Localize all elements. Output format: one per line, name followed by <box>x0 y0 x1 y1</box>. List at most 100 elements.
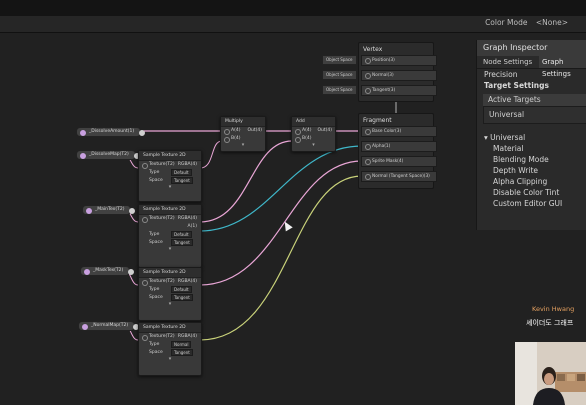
property-port-icon <box>84 268 90 275</box>
fragment-slot-normal[interactable]: Normal (Tangent Space)(3) <box>361 171 437 182</box>
color-mode-label: Color Mode <box>485 18 528 27</box>
type-dropdown[interactable]: Default <box>171 169 192 176</box>
property-port-icon <box>80 129 86 136</box>
space-dropdown[interactable]: Tangent <box>171 239 193 246</box>
presenter-name: Kevin Hwang <box>532 305 575 313</box>
option-blending-mode[interactable]: Blending Mode <box>493 154 586 165</box>
option-depth-write[interactable]: Depth Write <box>493 165 586 176</box>
property-port-icon <box>80 152 86 159</box>
space-dropdown[interactable]: Tangent <box>171 177 193 184</box>
node-title: Multiply <box>221 117 265 127</box>
type-dropdown[interactable]: Default <box>171 231 192 238</box>
input-port-row[interactable]: Texture(T2) RGBA(4) <box>139 333 201 341</box>
node-title: Sample Texture 2D <box>139 323 201 333</box>
option-disable-color-tint[interactable]: Disable Color Tint <box>493 187 586 198</box>
output-port[interactable] <box>128 268 135 275</box>
input-a-row[interactable]: A(4) Out(4) <box>292 127 335 135</box>
property-label: _MainTex(T2) <box>95 207 125 212</box>
input-port[interactable] <box>365 88 371 94</box>
graph-inspector-panel: Graph Inspector Node Settings Graph Sett… <box>476 40 586 230</box>
inspector-title: Graph Inspector <box>477 40 586 56</box>
space-dropdown[interactable]: Tangent <box>171 349 193 356</box>
input-b-row[interactable]: B(4) <box>292 135 335 143</box>
input-port[interactable] <box>365 58 371 64</box>
type-row: Type Default <box>139 231 201 239</box>
vertex-space-box[interactable]: Object Space <box>322 70 357 80</box>
type-dropdown[interactable]: Normal <box>171 341 192 348</box>
space-row: Space Tangent <box>139 294 201 302</box>
output-label: RGBA(4) <box>177 162 197 167</box>
chevron-down-icon[interactable]: ▾ <box>139 302 201 308</box>
property-masktex[interactable]: _MaskTex(T2) <box>80 266 135 276</box>
color-mode-dropdown[interactable]: <None> <box>536 18 568 27</box>
graph-toolbar: Color Mode <None> <box>0 16 586 33</box>
input-port[interactable] <box>365 159 371 165</box>
webcam-scene-icon <box>515 342 586 405</box>
type-dropdown[interactable]: Default <box>171 286 192 293</box>
multiply-node[interactable]: Multiply A(4) Out(4) B(4) ▾ <box>220 116 266 152</box>
vertex-space-box[interactable]: Object Space <box>322 85 357 95</box>
universal-foldout[interactable]: ▾ Universal <box>477 132 586 143</box>
vertex-slot-position[interactable]: Position(3) <box>361 55 437 66</box>
vertex-slot-normal[interactable]: Normal(3) <box>361 70 437 81</box>
property-port-icon <box>86 207 92 214</box>
output-label: RGBA(4) <box>177 279 197 284</box>
chevron-down-icon[interactable]: ▾ <box>139 185 201 191</box>
input-port[interactable] <box>365 73 371 79</box>
tab-graph-settings[interactable]: Graph Settings <box>539 56 586 78</box>
input-port-row[interactable]: Texture(T2) RGBA(4) <box>139 215 201 223</box>
target-settings-heading: Target Settings <box>484 81 549 90</box>
fragment-slot-spritemask[interactable]: Sprite Mask(4) <box>361 156 437 167</box>
property-label: _NormalMap(T2) <box>91 323 129 328</box>
output-label: RGBA(4) <box>177 216 197 221</box>
property-maintex[interactable]: _MainTex(T2) <box>82 205 136 215</box>
sample-texture-node-masktex[interactable]: Sample Texture 2D Texture(T2) RGBA(4) Typ… <box>138 267 202 321</box>
input-a-row[interactable]: A(4) Out(4) <box>221 127 265 135</box>
option-alpha-clipping[interactable]: Alpha Clipping <box>493 176 586 187</box>
space-row: Space Tangent <box>139 177 201 185</box>
option-custom-editor-gui[interactable]: Custom Editor GUI <box>493 198 586 209</box>
input-b-row[interactable]: B(4) <box>221 135 265 143</box>
add-node[interactable]: Add A(4) Out(4) B(4) ▾ <box>291 116 336 152</box>
node-title: Add <box>292 117 335 127</box>
property-dissolve-map[interactable]: _DissolveMap(T2) <box>76 150 140 160</box>
sample-texture-node-normal[interactable]: Sample Texture 2D Texture(T2) RGBA(4) Typ… <box>138 322 202 376</box>
sample-texture-node-dissolve[interactable]: Sample Texture 2D Texture(T2) RGBA(4) Typ… <box>138 150 202 202</box>
fragment-slot-basecolor[interactable]: Base Color(3) <box>361 126 437 137</box>
property-normalmap[interactable]: _NormalMap(T2) <box>78 321 140 331</box>
node-title: Sample Texture 2D <box>139 268 201 278</box>
tab-node-settings[interactable]: Node Settings <box>483 56 532 68</box>
sample-texture-node-maintex[interactable]: Sample Texture 2D Texture(T2) RGBA(4) A(1… <box>138 204 202 268</box>
property-port-icon <box>82 323 88 330</box>
active-targets-list: Active Targets Universal <box>483 94 586 124</box>
space-dropdown[interactable]: Tangent <box>171 294 193 301</box>
input-port-row[interactable]: Texture(T2) RGBA(4) <box>139 278 201 286</box>
fragment-slot-alpha[interactable]: Alpha(1) <box>361 141 437 152</box>
property-label: _DissolveAmount(1) <box>89 129 135 134</box>
chevron-down-icon[interactable]: ▾ <box>139 357 201 363</box>
active-target-item[interactable]: Universal <box>483 106 586 124</box>
chevron-down-icon[interactable]: ▾ <box>139 247 201 253</box>
chevron-down-icon[interactable]: ▾ <box>292 143 335 149</box>
property-label: _MaskTex(T2) <box>93 268 124 273</box>
input-port[interactable] <box>295 137 301 143</box>
chevron-down-icon[interactable]: ▾ <box>221 143 265 149</box>
vertex-space-box[interactable]: Object Space <box>322 55 357 65</box>
input-port[interactable] <box>365 129 371 135</box>
vertex-slot-tangent[interactable]: Tangent(3) <box>361 85 437 96</box>
output-port[interactable] <box>139 129 146 136</box>
option-material[interactable]: Material <box>493 143 586 154</box>
presenter-subtitle: 셰이더도 그래프 <box>526 319 574 327</box>
node-title: Sample Texture 2D <box>139 151 201 161</box>
alpha-output-row[interactable]: A(1) <box>139 223 201 231</box>
input-port-row[interactable]: Texture(T2) RGBA(4) <box>139 161 201 169</box>
type-row: Type Normal <box>139 341 201 349</box>
input-port[interactable] <box>365 144 371 150</box>
output-label: RGBA(4) <box>177 334 197 339</box>
output-label: Out(4) <box>247 128 262 133</box>
property-dissolve-amount[interactable]: _DissolveAmount(1) <box>76 127 146 137</box>
input-port[interactable] <box>365 174 371 180</box>
input-port[interactable] <box>224 137 230 143</box>
color-mode-control[interactable]: Color Mode <None> <box>479 18 568 27</box>
space-row: Space Tangent <box>139 349 201 357</box>
